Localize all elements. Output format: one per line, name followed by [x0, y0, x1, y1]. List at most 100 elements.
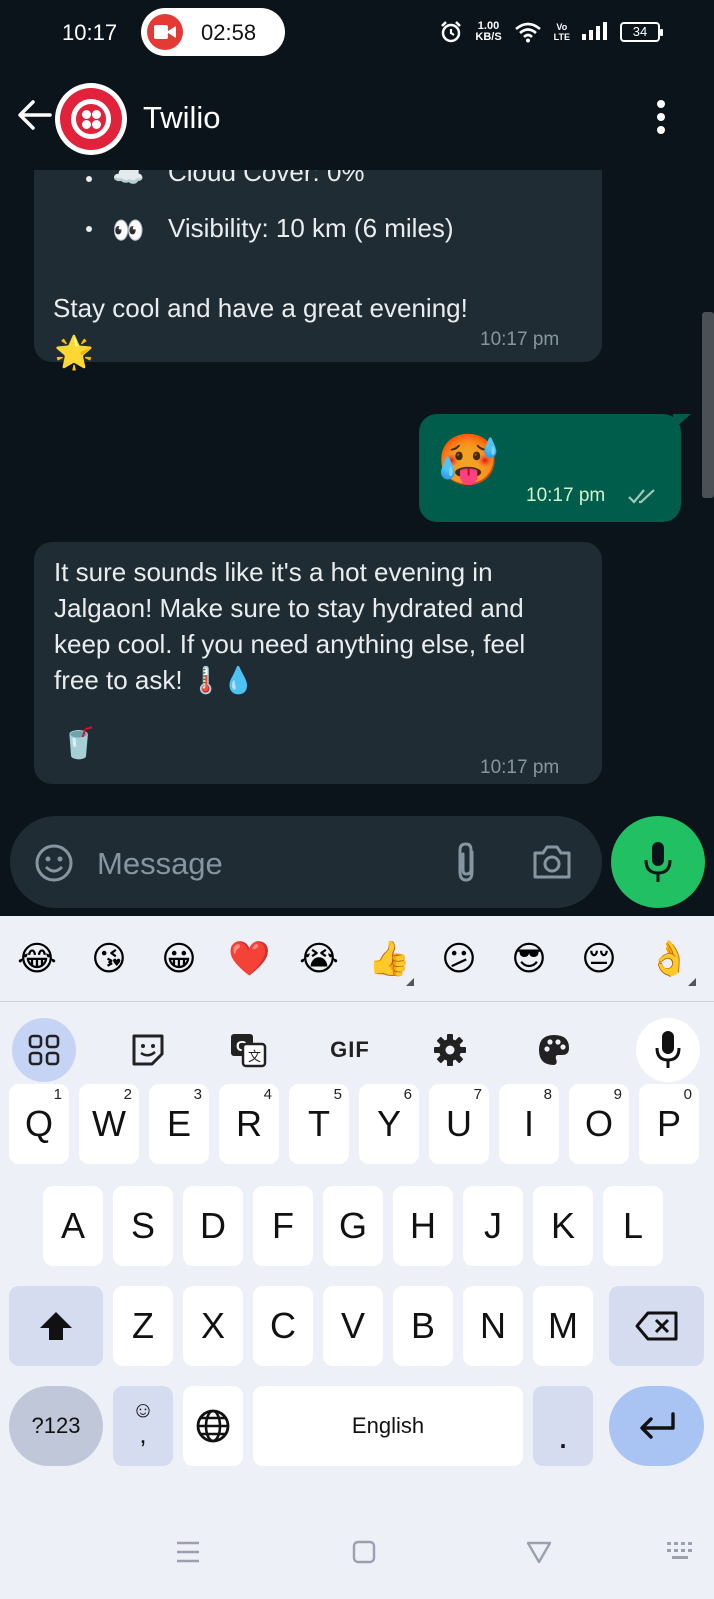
contact-avatar[interactable] — [55, 83, 127, 155]
system-navigation-bar — [0, 1506, 714, 1599]
emoji-suggestion[interactable]: 👌 — [648, 938, 690, 980]
shift-arrow-icon — [40, 1312, 72, 1340]
emoji-suggestion[interactable]: 😔 — [578, 938, 620, 980]
key-y[interactable]: Y6 — [359, 1084, 419, 1164]
microphone-icon — [644, 842, 672, 882]
backspace-icon — [635, 1311, 677, 1341]
period-key[interactable]: . — [533, 1386, 593, 1466]
key-n[interactable]: N — [463, 1286, 523, 1366]
bullet-text: Visibility: 10 km (6 miles) — [168, 213, 454, 243]
star-emoji: 🌟 — [54, 334, 94, 370]
key-e[interactable]: E3 — [149, 1084, 209, 1164]
key-p[interactable]: P0 — [639, 1084, 699, 1164]
chat-scrollbar[interactable] — [702, 312, 714, 498]
key-t[interactable]: T5 — [289, 1084, 349, 1164]
key-l[interactable]: L — [603, 1186, 663, 1266]
status-time: 10:17 — [62, 20, 118, 45]
theme-palette-icon[interactable] — [522, 1018, 586, 1082]
bullet-text: Cloud Cover: 0% — [168, 170, 365, 187]
key-i[interactable]: I8 — [499, 1084, 559, 1164]
key-q[interactable]: Q1 — [9, 1084, 69, 1164]
space-bar[interactable]: English — [253, 1386, 523, 1466]
video-record-icon — [147, 14, 183, 50]
emoji-suggestion[interactable]: 😭 — [298, 938, 340, 980]
apps-grid-icon[interactable] — [12, 1018, 76, 1082]
wifi-icon — [514, 22, 541, 43]
key-h[interactable]: H — [393, 1186, 453, 1266]
incoming-message[interactable]: ☁️ Cloud Cover: 0% 👀 Visibility: 10 km (… — [34, 170, 602, 370]
key-u[interactable]: U7 — [429, 1084, 489, 1164]
emoji-suggestion[interactable]: 😂 — [16, 938, 58, 980]
key-s[interactable]: S — [113, 1186, 173, 1266]
emoji-suggestion-row: 😂 😘 😀 ❤️ 😭 👍 😕 😎 😔 👌 — [0, 916, 714, 1002]
key-r[interactable]: R4 — [219, 1084, 279, 1164]
status-icons: 1.00 KB/S Vo LTE 34 — [439, 16, 663, 48]
incoming-message[interactable]: It sure sounds like it's a hot evening i… — [34, 542, 602, 784]
key-m[interactable]: M — [533, 1286, 593, 1366]
chat-header: Twilio — [0, 76, 714, 162]
status-bar: 10:17 02:58 1.00 KB/S Vo LTE 34 — [0, 0, 714, 64]
keyboard-hide-icon[interactable] — [666, 1540, 696, 1562]
soft-keyboard: 😂 😘 😀 ❤️ 😭 👍 😕 😎 😔 👌 G文 GIF — [0, 916, 714, 1599]
outgoing-message[interactable]: 🥵 10:17 pm — [419, 414, 691, 522]
sticker-icon[interactable] — [116, 1018, 180, 1082]
key-b[interactable]: B — [393, 1286, 453, 1366]
emoji-icon[interactable] — [34, 843, 74, 883]
home-square-icon[interactable] — [352, 1540, 376, 1564]
enter-key[interactable] — [609, 1386, 704, 1466]
emoji-suggestion[interactable]: 😕 — [438, 938, 480, 980]
emoji-suggestion[interactable]: 😀 — [158, 938, 200, 980]
battery-icon: 34 — [620, 22, 663, 42]
message-time: 10:17 pm — [480, 757, 560, 778]
key-k[interactable]: K — [533, 1186, 593, 1266]
key-g[interactable]: G — [323, 1186, 383, 1266]
enter-arrow-icon — [639, 1412, 675, 1439]
key-w[interactable]: W2 — [79, 1084, 139, 1164]
message-time: 10:17 pm — [526, 485, 606, 506]
emoji-suggestion[interactable]: 😘 — [88, 938, 130, 980]
key-j[interactable]: J — [463, 1186, 523, 1266]
chat-area[interactable]: ☁️ Cloud Cover: 0% 👀 Visibility: 10 km (… — [0, 170, 714, 900]
emoji-suggestion[interactable]: ❤️ — [228, 938, 270, 980]
language-key[interactable] — [183, 1386, 243, 1466]
key-x[interactable]: X — [183, 1286, 243, 1366]
backspace-key[interactable] — [609, 1286, 704, 1366]
message-time: 10:17 pm — [480, 329, 560, 350]
cup-emoji: 🥤 — [60, 727, 98, 760]
emoji-comma-key[interactable]: ☺ , — [113, 1386, 173, 1466]
settings-gear-icon[interactable] — [418, 1018, 482, 1082]
back-arrow-icon[interactable] — [16, 98, 52, 132]
net-speed: 1.00 KB/S — [475, 20, 502, 43]
voice-message-button[interactable] — [611, 816, 705, 908]
alarm-icon — [441, 21, 462, 43]
contact-name[interactable]: Twilio — [143, 100, 221, 136]
signal-icon — [582, 22, 607, 40]
symbols-key[interactable]: ?123 — [9, 1386, 103, 1466]
screen-record-indicator[interactable]: 02:58 — [141, 8, 285, 56]
key-d[interactable]: D — [183, 1186, 243, 1266]
key-a[interactable]: A — [43, 1186, 103, 1266]
attach-icon[interactable] — [452, 840, 480, 884]
key-c[interactable]: C — [253, 1286, 313, 1366]
double-check-icon — [628, 489, 655, 504]
message-text: It sure sounds like it's a hot evening i… — [54, 557, 526, 695]
voice-typing-icon[interactable] — [636, 1018, 700, 1082]
bullet-emoji: ☁️ — [112, 170, 145, 189]
volte-indicator: Vo LTE — [553, 22, 570, 42]
recording-timer: 02:58 — [201, 20, 257, 45]
emoji-suggestion[interactable]: 👍 — [368, 938, 410, 980]
recents-menu-icon[interactable] — [176, 1540, 200, 1564]
translate-icon[interactable]: G文 — [216, 1018, 280, 1082]
back-triangle-icon[interactable] — [526, 1540, 552, 1564]
key-z[interactable]: Z — [113, 1286, 173, 1366]
camera-icon[interactable] — [531, 843, 573, 881]
key-v[interactable]: V — [323, 1286, 383, 1366]
shift-key[interactable] — [9, 1286, 103, 1366]
emoji-suggestion[interactable]: 😎 — [508, 938, 550, 980]
more-options-icon[interactable] — [656, 100, 666, 136]
gif-button[interactable]: GIF — [318, 1018, 382, 1082]
key-f[interactable]: F — [253, 1186, 313, 1266]
message-input[interactable]: Message — [97, 846, 223, 882]
emoji-smile-icon: ☺ — [131, 1397, 155, 1422]
key-o[interactable]: O9 — [569, 1084, 629, 1164]
